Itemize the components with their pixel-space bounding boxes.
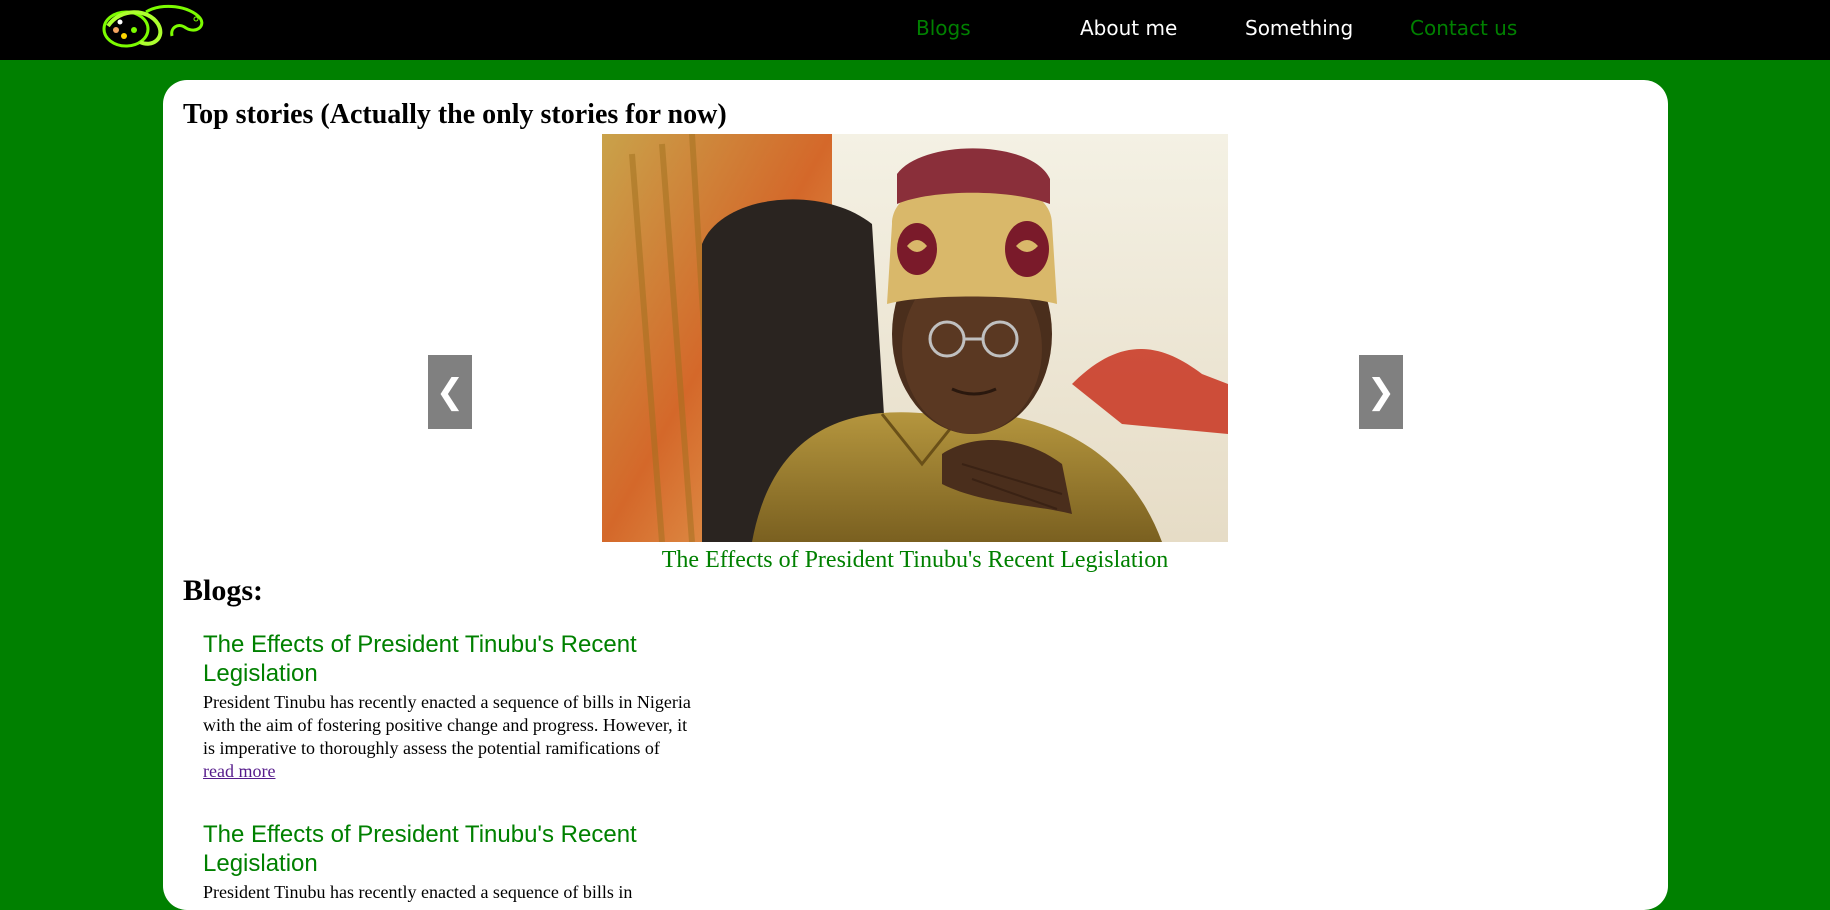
nav-link-about-me[interactable]: About me: [1080, 16, 1177, 40]
read-more-link[interactable]: read more: [203, 761, 275, 781]
blogs-heading: Blogs:: [183, 574, 264, 607]
top-navigation-bar: Blogs About me Something Contact us: [0, 0, 1830, 60]
portrait-photo: [602, 134, 1228, 542]
slideshow-next-button[interactable]: ❯: [1359, 355, 1403, 429]
blog-post: The Effects of President Tinubu's Recent…: [203, 630, 703, 783]
nav-link-contact-us[interactable]: Contact us: [1410, 16, 1517, 40]
blog-post-title[interactable]: The Effects of President Tinubu's Recent…: [203, 820, 683, 878]
nav-link-blogs[interactable]: Blogs: [916, 16, 971, 40]
blog-post-excerpt-text: President Tinubu has recently enacted a …: [203, 882, 633, 902]
slideshow-caption[interactable]: The Effects of President Tinubu's Recent…: [602, 547, 1228, 574]
blog-post-title[interactable]: The Effects of President Tinubu's Recent…: [203, 630, 683, 688]
blog-post: The Effects of President Tinubu's Recent…: [203, 820, 703, 904]
slideshow-prev-button[interactable]: ❮: [428, 355, 472, 429]
blog-post-excerpt: President Tinubu has recently enacted a …: [203, 881, 693, 904]
blog-post-excerpt-text: President Tinubu has recently enacted a …: [203, 692, 691, 758]
blog-post-excerpt: President Tinubu has recently enacted a …: [203, 691, 693, 783]
slideshow-image: [602, 134, 1228, 542]
page-title: Top stories (Actually the only stories f…: [183, 99, 727, 130]
snake-logo-icon[interactable]: [100, 2, 210, 52]
nav-link-something[interactable]: Something: [1245, 16, 1353, 40]
